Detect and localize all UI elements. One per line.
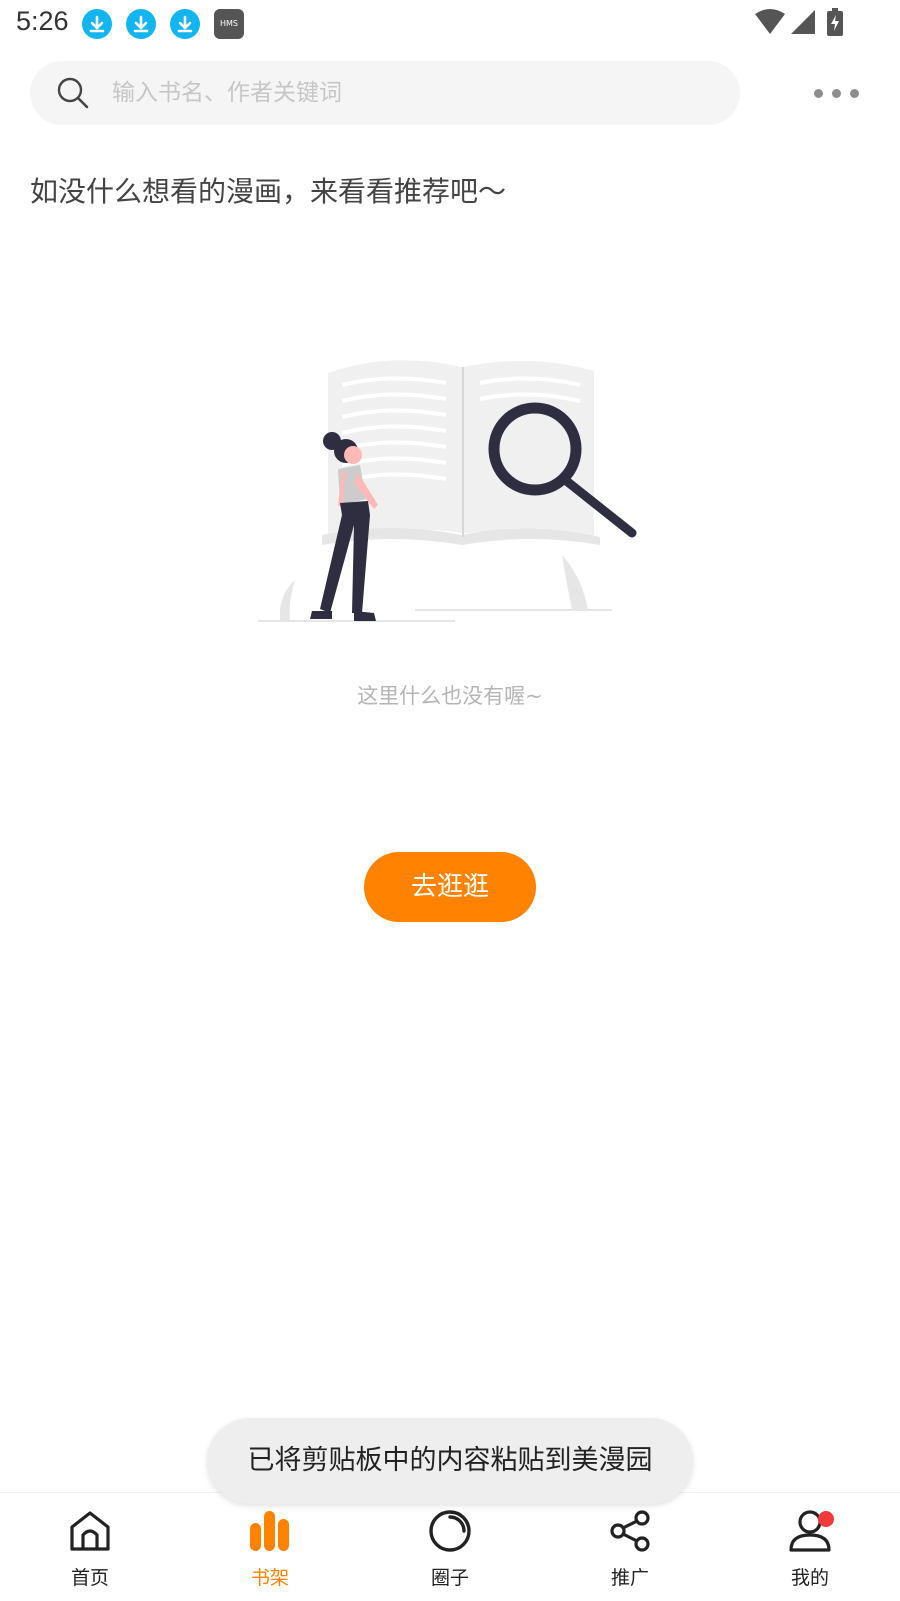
empty-message: 这里什么也没有喔~ <box>357 684 543 708</box>
more-dot <box>850 89 859 98</box>
nav-item-bookshelf[interactable]: 书架 <box>180 1493 360 1601</box>
more-dot <box>814 89 823 98</box>
circle-icon <box>428 1509 472 1557</box>
nav-item-promote[interactable]: 推广 <box>540 1493 720 1601</box>
wifi-icon <box>754 8 786 40</box>
download-notification-icon <box>170 9 200 39</box>
bookshelf-icon <box>248 1509 292 1557</box>
recommend-text: 如没什么想看的漫画，来看看推荐吧～ <box>30 175 507 208</box>
nav-label: 推广 <box>610 1567 649 1589</box>
download-notification-icon <box>82 9 112 39</box>
status-bar: 5:26 HMS <box>0 0 900 48</box>
more-dot <box>832 89 841 98</box>
browse-button[interactable]: 去逛逛 <box>364 852 536 922</box>
toast-message: 已将剪贴板中的内容粘贴到美漫园 <box>207 1418 693 1504</box>
nav-item-circle[interactable]: 圈子 <box>360 1493 540 1601</box>
nav-label: 首页 <box>70 1567 109 1589</box>
more-button[interactable] <box>810 80 870 106</box>
nav-item-profile[interactable]: 我的 <box>720 1493 900 1601</box>
battery-charging-icon <box>826 8 844 40</box>
nav-label: 书架 <box>250 1567 289 1589</box>
notification-badge <box>818 1511 834 1527</box>
nav-label: 我的 <box>790 1567 829 1589</box>
bottom-nav: 首页 书架 圈子 推广 我的 <box>0 1492 900 1600</box>
search-bar[interactable] <box>30 61 740 125</box>
status-time: 5:26 <box>16 6 69 36</box>
search-icon <box>56 76 90 114</box>
search-input[interactable] <box>110 69 710 117</box>
nav-item-home[interactable]: 首页 <box>0 1493 180 1601</box>
home-icon <box>68 1509 112 1557</box>
cellular-signal-icon <box>790 8 816 40</box>
download-notification-icon <box>126 9 156 39</box>
hms-icon: HMS <box>214 9 244 39</box>
empty-state-illustration <box>250 355 650 629</box>
share-icon <box>608 1509 652 1557</box>
nav-label: 圈子 <box>430 1567 469 1589</box>
